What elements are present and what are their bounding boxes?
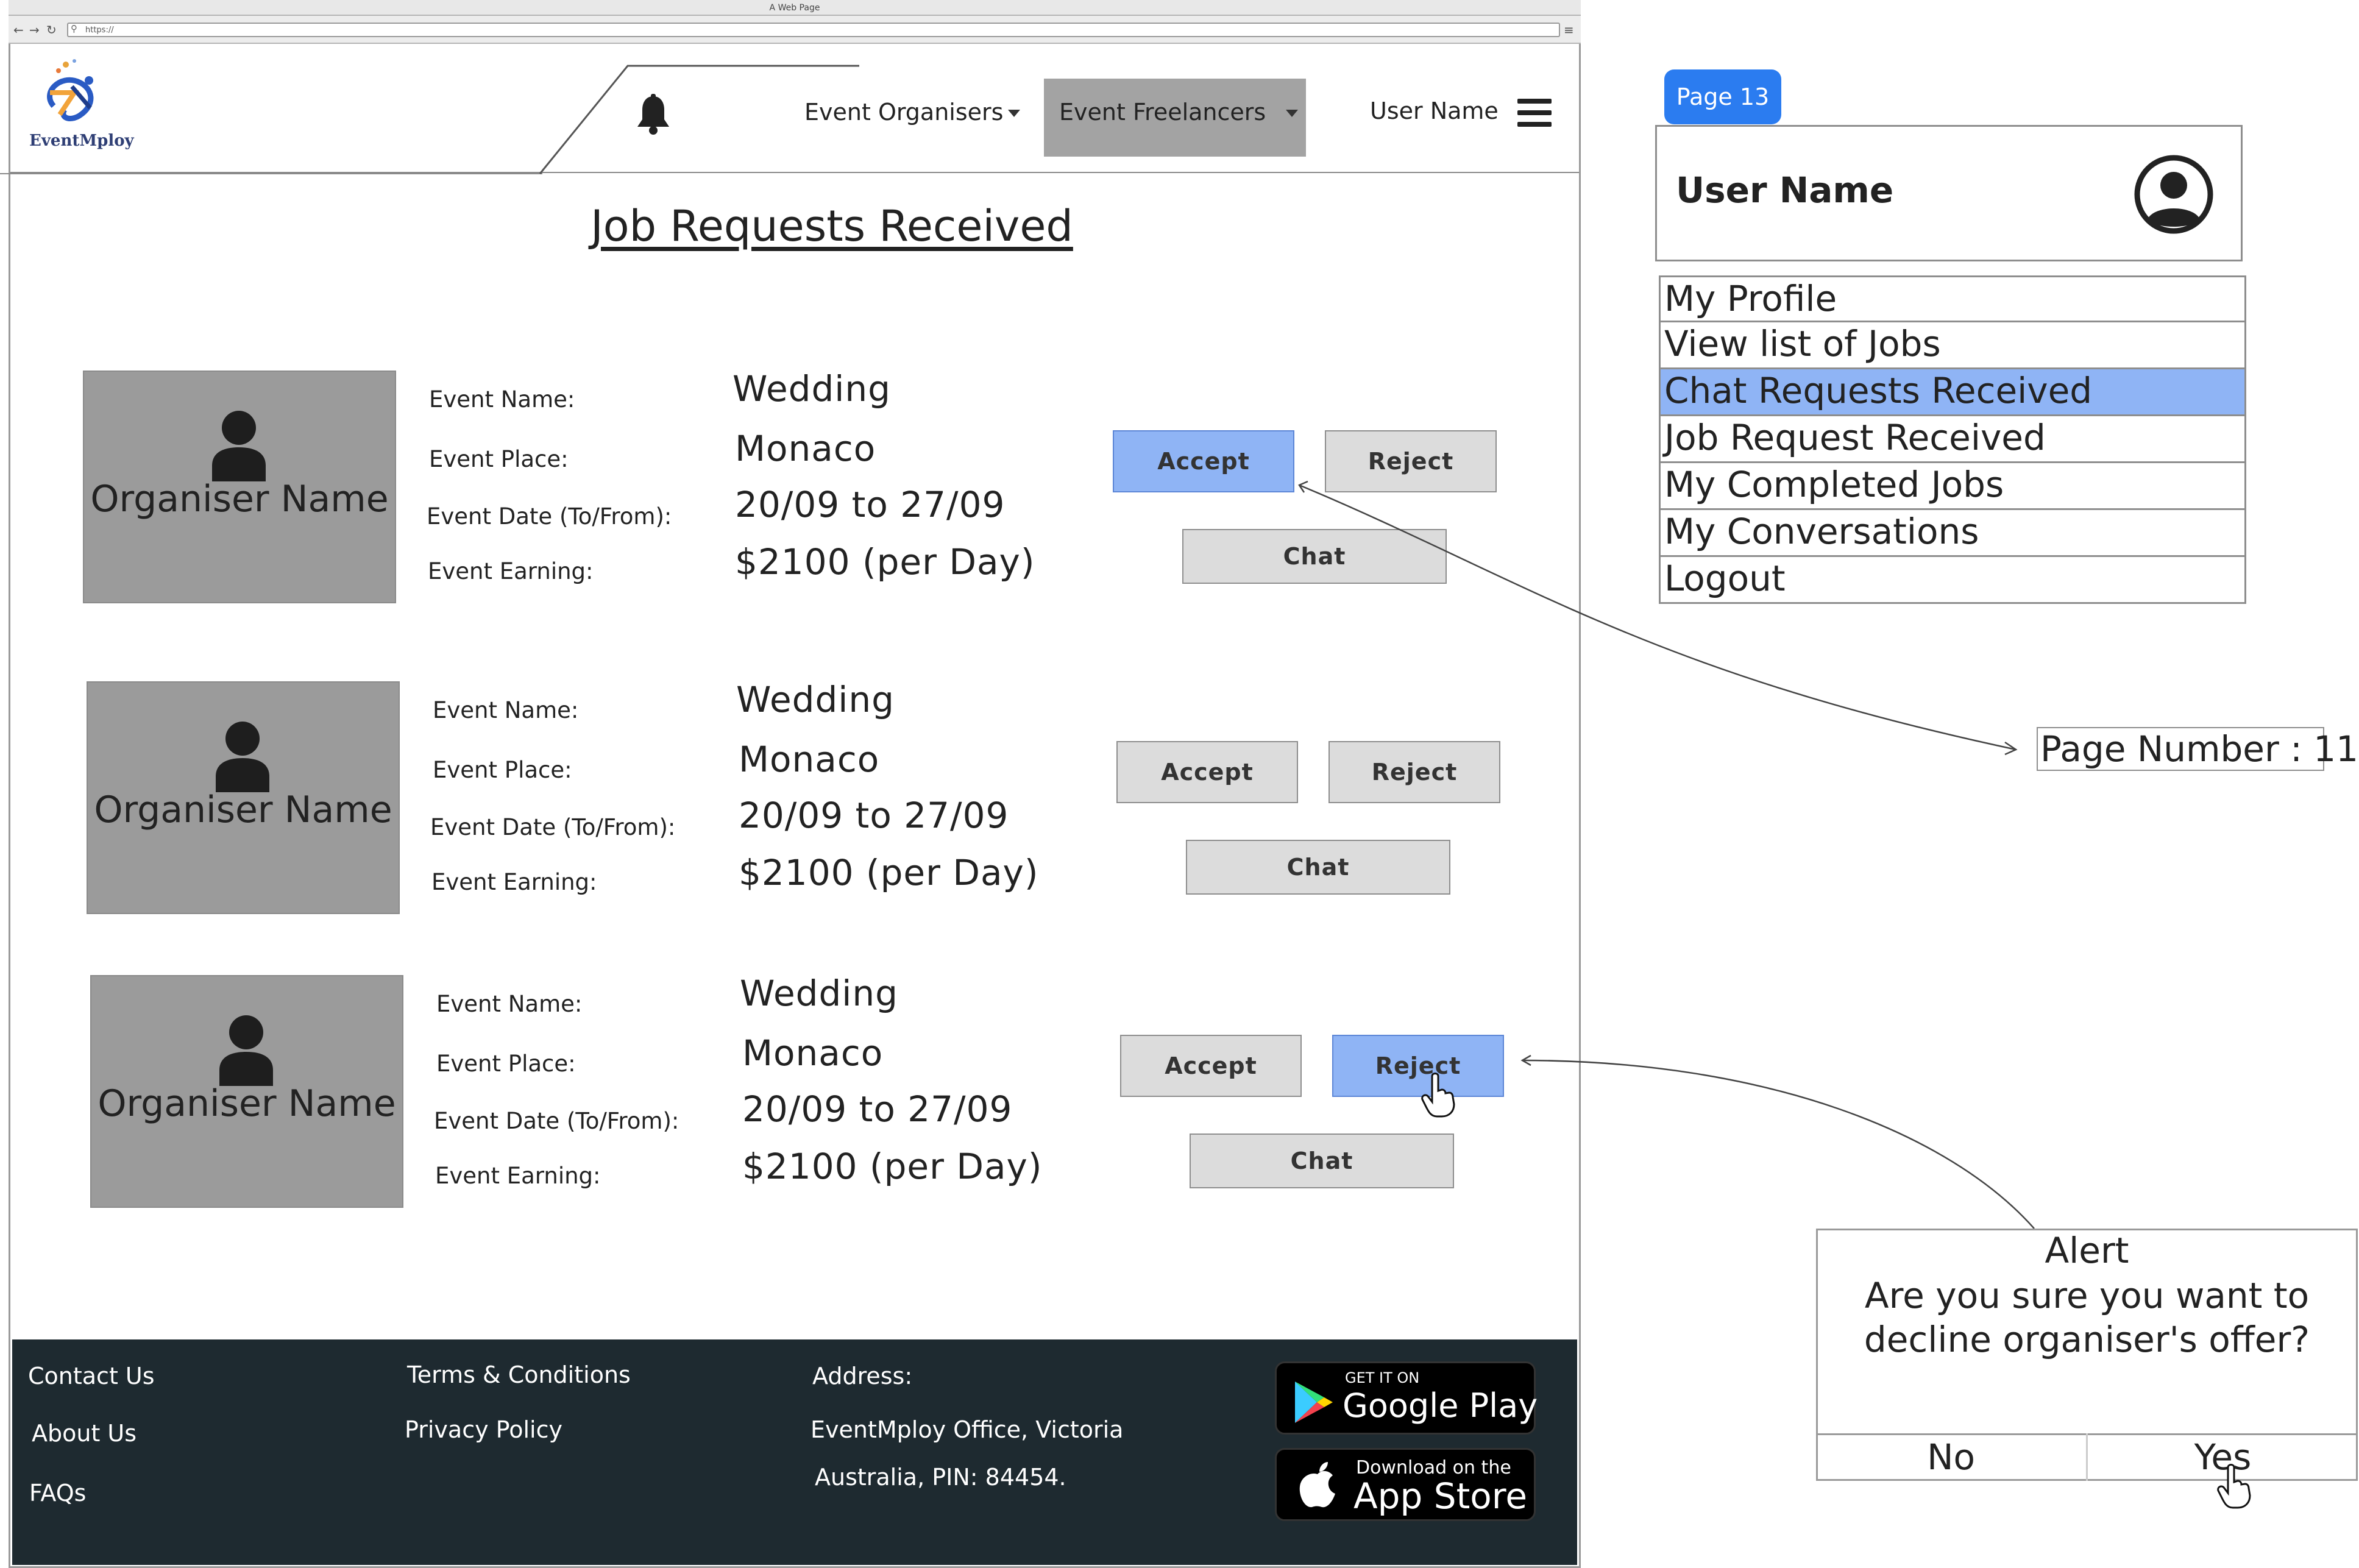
- alert-title: Alert: [2045, 1230, 2129, 1271]
- alert-message: Are you sure you want to decline organis…: [1816, 1274, 2358, 1361]
- alert-no-button[interactable]: No: [1816, 1433, 2086, 1481]
- alert-message-line: Are you sure you want to: [1864, 1275, 2310, 1316]
- alert-message-line: decline organiser's offer?: [1864, 1319, 2310, 1360]
- hand-cursor-icon: [2217, 1464, 2251, 1509]
